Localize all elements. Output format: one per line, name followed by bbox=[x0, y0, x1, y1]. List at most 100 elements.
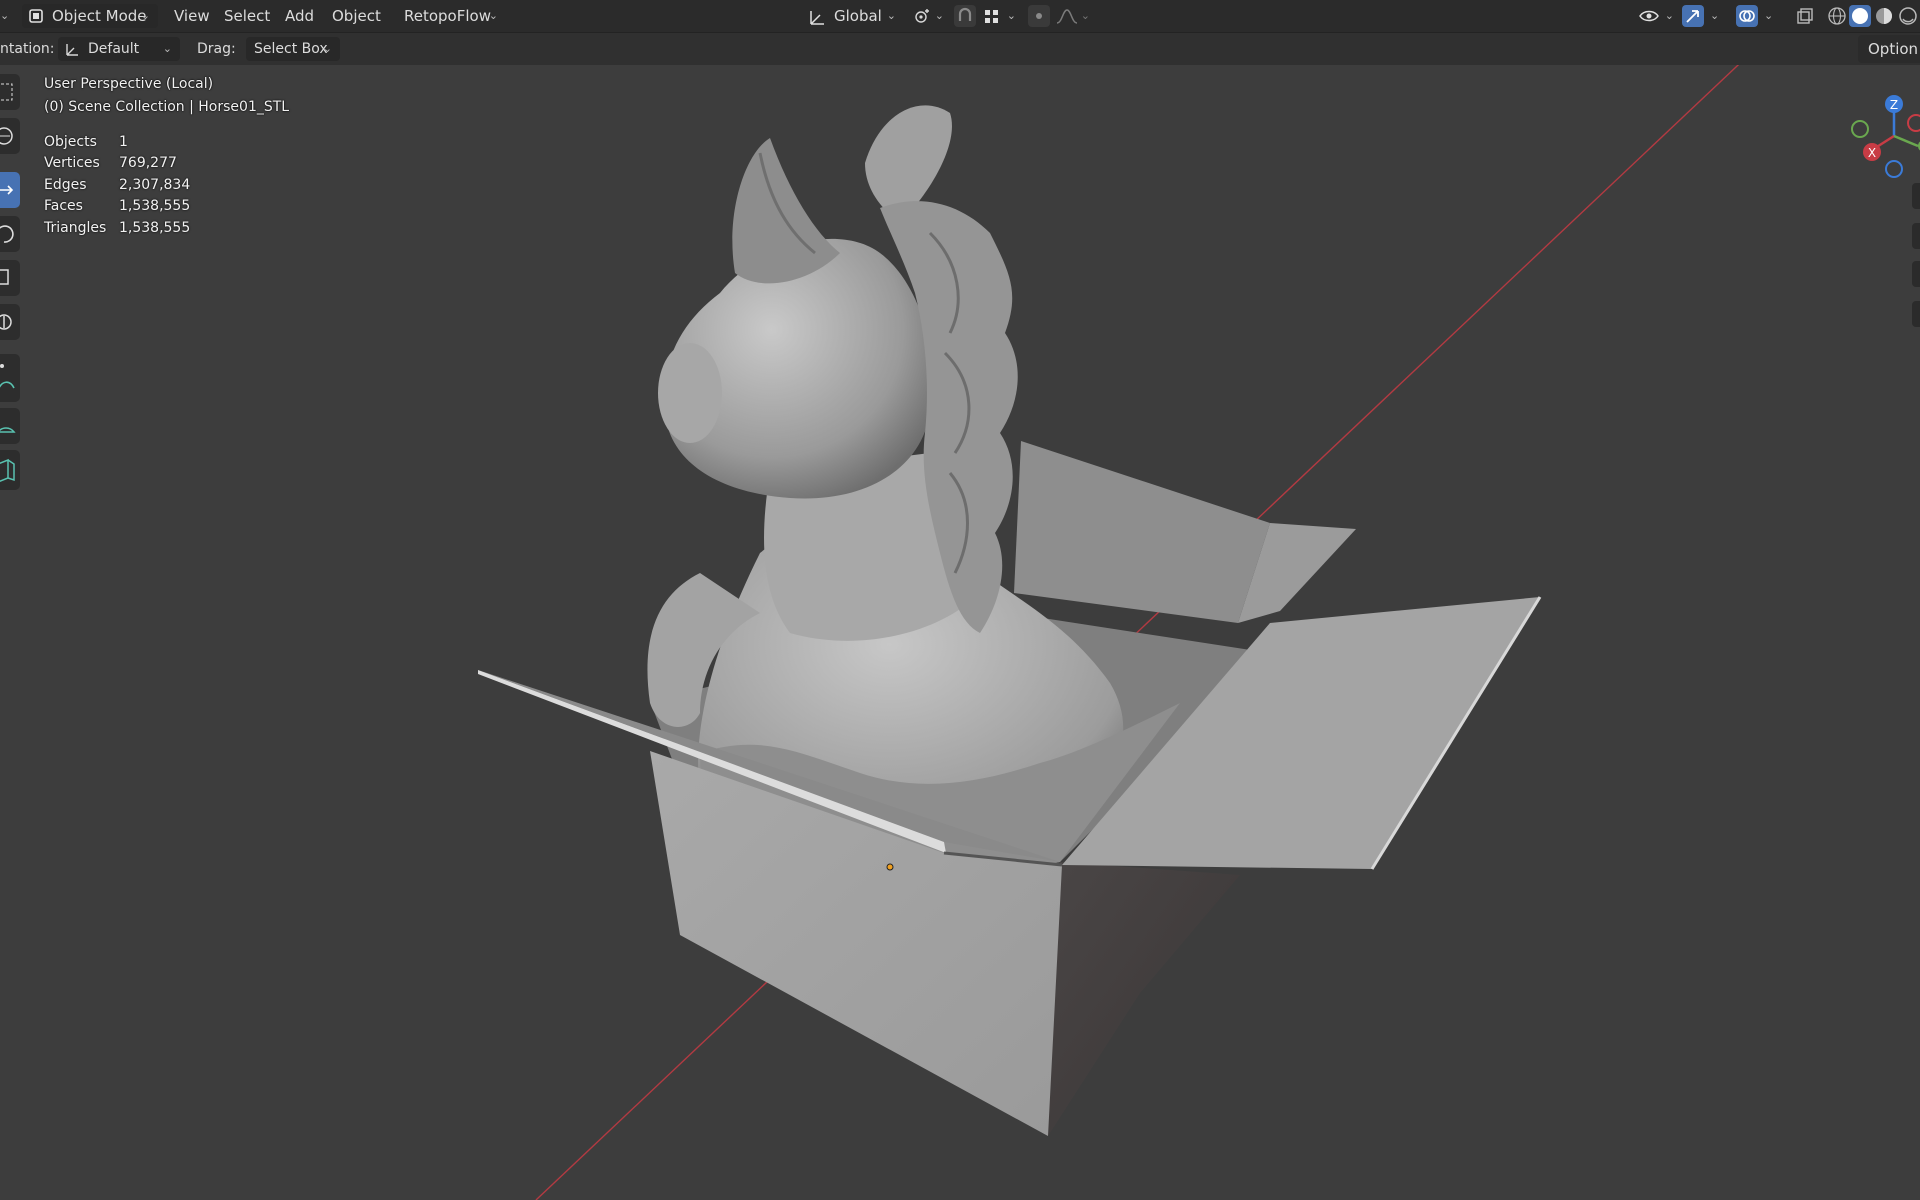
overlay-toggle[interactable] bbox=[1736, 5, 1758, 27]
measure-tool[interactable] bbox=[0, 408, 20, 444]
transform-orientation-dropdown[interactable]: Global ⌄ bbox=[800, 4, 904, 28]
measure-tool-icon bbox=[0, 427, 16, 433]
drag-dropdown[interactable]: Select Box ⌄ bbox=[246, 37, 340, 61]
gizmo-icon bbox=[1686, 10, 1699, 23]
move-tool-icon bbox=[0, 185, 14, 195]
chevron-down-icon: ⌄ bbox=[162, 42, 172, 55]
snap-target-icon bbox=[985, 10, 998, 23]
drag-value: Select Box bbox=[254, 41, 328, 57]
add-cube-tool[interactable] bbox=[0, 450, 20, 490]
menu-add[interactable]: Add bbox=[285, 0, 314, 32]
stats-edges: Edges 2,307,834 bbox=[44, 177, 191, 193]
chevron-down-icon: ⌄ bbox=[1006, 9, 1016, 22]
menu-view[interactable]: View bbox=[174, 0, 210, 32]
stats-faces: Faces 1,538,555 bbox=[44, 198, 191, 214]
navigation-gizmo[interactable]: Z X bbox=[1838, 81, 1920, 191]
stats-objects: Objects 1 bbox=[44, 134, 128, 150]
object-mode-icon bbox=[29, 9, 43, 23]
chevron-down-icon: ⌄ bbox=[1664, 9, 1674, 22]
snap-target-dropdown[interactable]: ⌄ bbox=[980, 4, 1018, 28]
proportional-icon bbox=[1036, 13, 1042, 19]
chevron-down-icon: ⌄ bbox=[886, 9, 896, 22]
drag-label: Drag: bbox=[197, 41, 236, 57]
wireframe-shading-icon bbox=[1828, 7, 1846, 25]
chevron-down-icon: ⌄ bbox=[322, 42, 332, 55]
gizmo-x-label: X bbox=[1868, 146, 1876, 160]
scale-tool-icon bbox=[0, 269, 9, 285]
pivot-icon bbox=[915, 9, 929, 23]
retopoflow-label: RetopoFlow bbox=[404, 7, 491, 25]
tool-settings-header: ntation: Default ⌄ Drag: Select Box ⌄ Op… bbox=[0, 33, 1920, 65]
rendered-shading-button[interactable] bbox=[1897, 5, 1919, 27]
transform-orientation-label: Global bbox=[834, 7, 882, 25]
gizmo-neg-z-axis[interactable] bbox=[1885, 160, 1903, 178]
wireframe-shading-button[interactable] bbox=[1826, 5, 1848, 27]
snap-icon bbox=[958, 7, 972, 21]
chevron-down-icon: ⌄ bbox=[934, 9, 944, 22]
transform-orientation-icon bbox=[810, 11, 824, 25]
object-mode-label: Object Mode bbox=[52, 7, 147, 25]
gizmo-neg-x-axis[interactable] bbox=[1907, 114, 1920, 132]
visibility-icon bbox=[1639, 10, 1659, 22]
solid-shading-icon bbox=[1852, 8, 1868, 24]
viewport-header: ⌄ Object Mode ⌄ View Select Add Object R… bbox=[0, 0, 1920, 33]
annotate-tool[interactable] bbox=[0, 354, 20, 402]
move-tool[interactable] bbox=[0, 172, 20, 208]
collection-label: (0) Scene Collection | Horse01_STL bbox=[44, 99, 290, 115]
rendered-shading-icon bbox=[1899, 7, 1917, 25]
orientation-label: ntation: bbox=[0, 41, 55, 57]
chevron-down-icon: ⌄ bbox=[140, 9, 150, 22]
gizmo-toggle[interactable] bbox=[1682, 5, 1704, 27]
xray-icon bbox=[1797, 8, 1813, 24]
object-origin-icon bbox=[886, 863, 894, 871]
transform-orientation-icon bbox=[66, 44, 78, 56]
transform-tool-icon bbox=[0, 314, 12, 330]
retopoflow-menu[interactable]: RetopoFlow ⌄ bbox=[398, 4, 506, 28]
box-back-flap bbox=[1014, 441, 1270, 623]
cursor-tool-icon bbox=[0, 127, 13, 145]
overlay-dropdown-chevron-icon[interactable]: ⌄ bbox=[1764, 0, 1773, 32]
stats-vertices: Vertices 769,277 bbox=[44, 155, 177, 171]
rotate-tool-icon bbox=[0, 225, 14, 243]
add-cube-tool-icon bbox=[0, 458, 15, 483]
visibility-dropdown[interactable]: ⌄ bbox=[1636, 4, 1676, 28]
view-name-label: User Perspective (Local) bbox=[44, 76, 214, 92]
zoom-button[interactable] bbox=[1912, 183, 1920, 209]
material-shading-button[interactable] bbox=[1873, 5, 1895, 27]
editor-type-chevron-icon[interactable]: ⌄ bbox=[0, 0, 9, 32]
3d-viewport[interactable]: User Perspective (Local) (0) Scene Colle… bbox=[0, 33, 1920, 1200]
material-shading-icon bbox=[1876, 8, 1892, 24]
overlay-icon bbox=[1739, 10, 1755, 22]
gizmo-neg-y-axis[interactable] bbox=[1851, 120, 1869, 138]
annotate-tool-icon bbox=[0, 364, 15, 389]
object-mode-dropdown[interactable]: Object Mode ⌄ bbox=[22, 4, 158, 28]
cursor-tool[interactable] bbox=[0, 118, 20, 154]
perspective-button[interactable] bbox=[1912, 301, 1920, 327]
box-side-face bbox=[1048, 862, 1240, 1136]
gizmo-z-label: Z bbox=[1890, 98, 1898, 112]
xray-toggle[interactable] bbox=[1794, 5, 1816, 27]
falloff-dropdown[interactable]: ⌄ bbox=[1052, 4, 1092, 28]
menu-select[interactable]: Select bbox=[224, 0, 270, 32]
transform-tool[interactable] bbox=[0, 304, 20, 340]
chevron-down-icon: ⌄ bbox=[1080, 9, 1090, 22]
menu-object[interactable]: Object bbox=[332, 0, 381, 32]
proportional-editing-toggle[interactable] bbox=[1028, 5, 1050, 27]
rotate-tool[interactable] bbox=[0, 216, 20, 252]
scale-tool[interactable] bbox=[0, 260, 20, 296]
gizmo-dropdown-chevron-icon[interactable]: ⌄ bbox=[1710, 0, 1719, 32]
options-button[interactable]: Option bbox=[1858, 35, 1920, 63]
stats-triangles: Triangles 1,538,555 bbox=[44, 220, 191, 236]
select-box-tool-icon bbox=[0, 83, 13, 101]
falloff-icon bbox=[1056, 9, 1078, 24]
select-box-tool[interactable] bbox=[0, 74, 20, 110]
orientation-value: Default bbox=[88, 41, 140, 57]
camera-button[interactable] bbox=[1912, 261, 1920, 287]
solid-shading-button[interactable] bbox=[1849, 5, 1871, 27]
viewport-scene bbox=[478, 33, 1773, 1200]
pan-button[interactable] bbox=[1912, 223, 1920, 249]
pivot-point-dropdown[interactable]: ⌄ bbox=[910, 4, 946, 28]
orientation-dropdown[interactable]: Default ⌄ bbox=[58, 37, 180, 61]
snap-toggle[interactable] bbox=[954, 5, 976, 27]
chevron-down-icon: ⌄ bbox=[488, 9, 498, 22]
